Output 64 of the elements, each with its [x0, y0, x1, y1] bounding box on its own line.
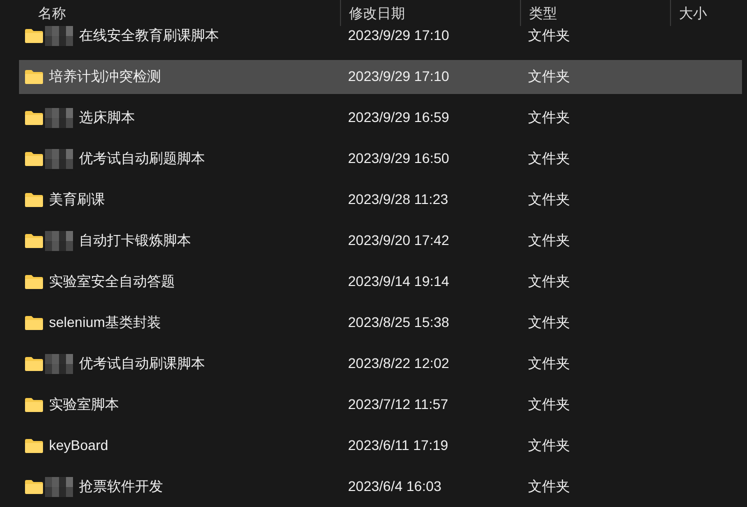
file-row[interactable]: 美育刷课 2023/9/28 11:23 文件夹: [19, 182, 742, 216]
file-type: 文件夹: [527, 313, 570, 332]
column-header[interactable]: 类型: [529, 2, 557, 24]
file-row[interactable]: 在线安全教育刷课脚本 2023/9/29 17:10 文件夹: [19, 26, 742, 45]
file-name: 优考试自动刷课脚本: [79, 354, 205, 373]
file-row[interactable]: 优考试自动刷题脚本 2023/9/29 16:50 文件夹: [19, 142, 742, 176]
file-name: 选床脚本: [79, 108, 135, 127]
folder-icon: [25, 192, 43, 206]
file-type: 文件夹: [527, 149, 570, 168]
folder-icon: [25, 70, 43, 84]
column-header[interactable]: 名称: [38, 2, 66, 24]
file-type: 文件夹: [527, 190, 570, 209]
file-type: 文件夹: [527, 108, 570, 127]
modified-date: 2023/8/25 15:38: [347, 313, 450, 332]
file-type: 文件夹: [527, 26, 570, 45]
modified-date: 2023/8/22 12:02: [347, 354, 450, 373]
folder-icon: [25, 356, 43, 370]
folder-icon: [25, 398, 43, 412]
file-type: 文件夹: [527, 231, 570, 250]
file-name: 优考试自动刷题脚本: [79, 149, 205, 168]
file-row[interactable]: 选床脚本 2023/9/29 16:59 文件夹: [19, 100, 742, 134]
folder-icon: [25, 316, 43, 330]
file-name: 实验室脚本: [49, 395, 119, 414]
modified-date: 2023/9/14 19:14: [347, 272, 450, 291]
modified-date: 2023/9/20 17:42: [347, 231, 450, 250]
folder-icon: [25, 234, 43, 248]
file-row[interactable]: 自动打卡锻炼脚本 2023/9/20 17:42 文件夹: [19, 224, 742, 258]
file-row[interactable]: 抢票软件开发 2023/6/4 16:03 文件夹: [19, 470, 742, 504]
folder-icon: [25, 274, 43, 288]
file-type: 文件夹: [527, 477, 570, 496]
column-header[interactable]: 修改日期: [349, 2, 405, 24]
file-row[interactable]: keyBoard 2023/6/11 17:19 文件夹: [19, 428, 742, 462]
folder-icon: [25, 480, 43, 494]
modified-date: 2023/7/12 11:57: [347, 395, 450, 414]
folder-icon: [25, 110, 43, 124]
file-type: 文件夹: [527, 436, 570, 455]
file-type: 文件夹: [527, 272, 570, 291]
file-type: 文件夹: [527, 395, 570, 414]
column-header[interactable]: 大小: [679, 2, 707, 24]
modified-date: 2023/9/29 16:59: [347, 108, 450, 127]
modified-date: 2023/9/29 17:10: [347, 67, 450, 86]
file-type: 文件夹: [527, 354, 570, 373]
folder-icon: [25, 152, 43, 166]
file-row[interactable]: 实验室安全自动答题 2023/9/14 19:14 文件夹: [19, 264, 742, 298]
modified-date: 2023/6/4 16:03: [347, 477, 442, 496]
file-name: 自动打卡锻炼脚本: [79, 231, 191, 250]
file-name: selenium基类封装: [49, 313, 162, 332]
file-name: 抢票软件开发: [79, 477, 163, 496]
file-name: keyBoard: [49, 436, 108, 455]
folder-icon: [25, 28, 43, 42]
modified-date: 2023/6/11 17:19: [347, 436, 450, 455]
modified-date: 2023/9/29 17:10: [347, 26, 450, 45]
file-name: 美育刷课: [49, 190, 105, 209]
file-row[interactable]: selenium基类封装 2023/8/25 15:38 文件夹: [19, 306, 742, 340]
file-row[interactable]: 实验室脚本 2023/7/12 11:57 文件夹: [19, 388, 742, 422]
modified-date: 2023/9/29 16:50: [347, 149, 450, 168]
file-name: 实验室安全自动答题: [49, 272, 175, 291]
file-name: 培养计划冲突检测: [49, 67, 161, 86]
file-row[interactable]: 优考试自动刷课脚本 2023/8/22 12:02 文件夹: [19, 346, 742, 380]
file-name: 在线安全教育刷课脚本: [79, 26, 219, 45]
file-type: 文件夹: [527, 67, 570, 86]
file-row[interactable]: 培养计划冲突检测 2023/9/29 17:10 文件夹: [19, 60, 742, 94]
folder-icon: [25, 438, 43, 452]
modified-date: 2023/9/28 11:23: [347, 190, 450, 209]
